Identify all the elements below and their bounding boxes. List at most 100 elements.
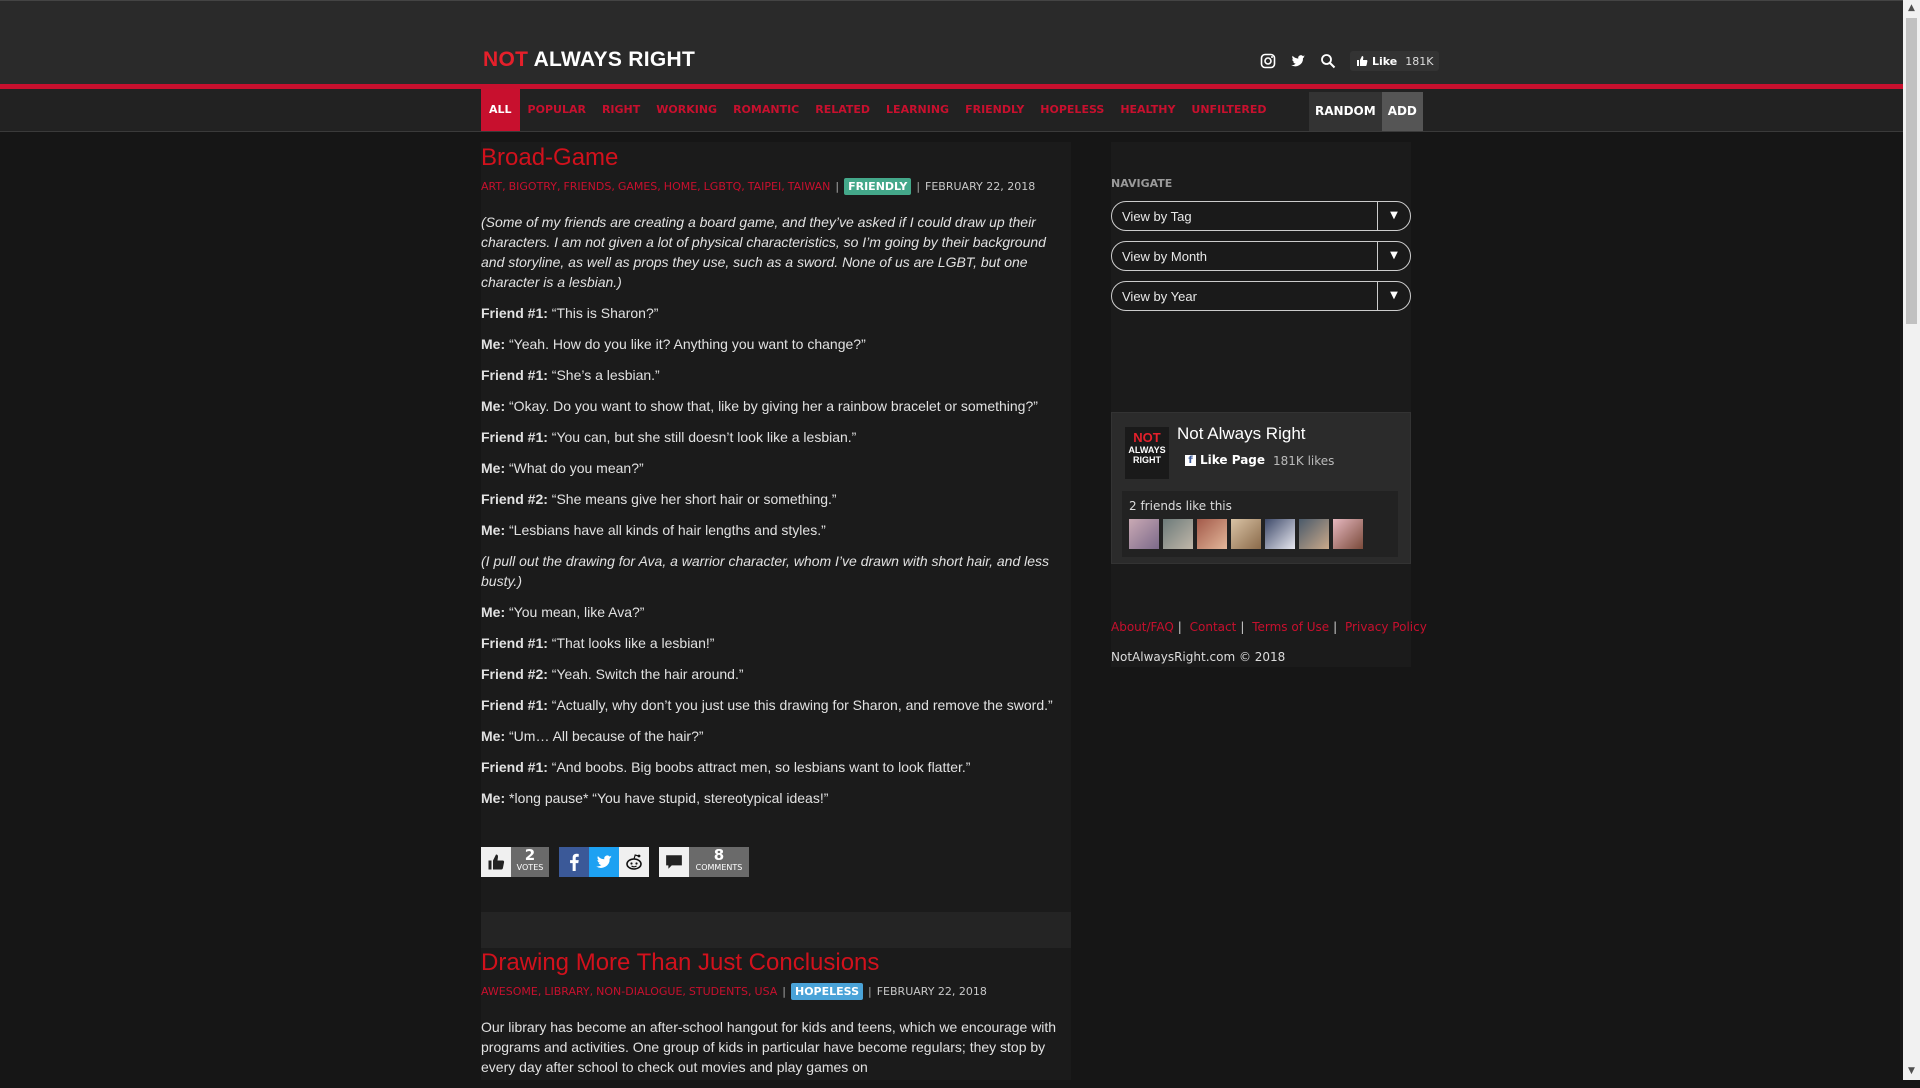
tab-healthy[interactable]: HEALTHY (1112, 89, 1183, 131)
comment-icon (666, 855, 682, 869)
select-value: View by Year (1122, 289, 1197, 304)
instagram-icon[interactable] (1260, 53, 1276, 69)
avatar[interactable] (1129, 519, 1159, 549)
like-page-button[interactable]: f Like Page (1185, 453, 1265, 467)
tab-learning[interactable]: LEARNING (878, 89, 957, 131)
like-label: Like (1372, 54, 1398, 68)
story-paragraph: Me: “Lesbians have all kinds of hair len… (481, 522, 826, 538)
view-by-tag-select[interactable]: View by Tag ▼ (1111, 201, 1411, 231)
page-logo[interactable]: NOT ALWAYS RIGHT (1125, 427, 1169, 479)
twitter-icon[interactable] (1290, 53, 1306, 69)
like-page-label: Like Page (1200, 453, 1266, 467)
avatar[interactable] (1265, 519, 1295, 549)
tab-popular[interactable]: POPULAR (520, 89, 594, 131)
tag-link[interactable]: BIGOTRY (509, 180, 557, 193)
add-button[interactable]: ADD (1381, 92, 1423, 131)
reddit-icon (626, 854, 642, 870)
chevron-down-icon[interactable]: ▼ (1377, 242, 1410, 270)
category-nav: ALL POPULAR RIGHT WORKING ROMANTIC RELAT… (0, 89, 1903, 132)
fb-likes-count: 181K likes (1273, 454, 1335, 468)
story-paragraph: Our library has become an after-school h… (481, 1019, 1057, 1075)
select-value: View by Tag (1122, 209, 1192, 224)
story-paragraph: Friend #1: “This is Sharon?” (481, 305, 659, 321)
story-paragraph: Friend #1: “And boobs. Big boobs attract… (481, 759, 971, 775)
avatar[interactable] (1299, 519, 1329, 549)
story-title[interactable]: Drawing More Than Just Conclusions (481, 949, 1071, 977)
tab-all[interactable]: ALL (481, 89, 520, 131)
logo-always-right: ALWAYS RIGHT (533, 48, 696, 71)
tag-link[interactable]: NON-DIALOGUE (596, 985, 682, 998)
avatar[interactable] (1163, 519, 1193, 549)
share-facebook-button[interactable] (559, 847, 589, 877)
story-paragraph: Friend #1: “That looks like a lesbian!” (481, 635, 715, 651)
friends-like-text: 2 friends like this (1129, 499, 1232, 513)
tab-related[interactable]: RELATED (807, 89, 878, 131)
select-value: View by Month (1122, 249, 1208, 264)
privacy-link[interactable]: Privacy Policy (1345, 620, 1427, 634)
votes-count: 2 (524, 846, 536, 864)
facebook-icon: f (1185, 454, 1196, 466)
tag-link[interactable]: HOME (664, 180, 697, 193)
terms-link[interactable]: Terms of Use (1252, 620, 1329, 634)
scrollbar-thumb[interactable] (1906, 18, 1917, 324)
avatar[interactable] (1231, 519, 1261, 549)
tab-hopeless[interactable]: HOPELESS (1032, 89, 1112, 131)
view-by-year-select[interactable]: View by Year ▼ (1111, 281, 1411, 311)
avatar[interactable] (1333, 519, 1363, 549)
tab-romantic[interactable]: ROMANTIC (725, 89, 807, 131)
tab-friendly[interactable]: FRIENDLY (957, 89, 1032, 131)
scroll-down-icon[interactable]: ▼ (1903, 1063, 1920, 1080)
story-title[interactable]: Broad-Game (481, 144, 1071, 172)
tag-link[interactable]: AWESOME (481, 985, 538, 998)
contact-link[interactable]: Contact (1190, 620, 1237, 634)
copyright: NotAlwaysRight.com © 2018 (1111, 650, 1286, 664)
comments-counter[interactable]: 8 COMMENTS (689, 847, 749, 877)
site-logo[interactable]: NOT ALWAYS RIGHT (483, 48, 695, 72)
upvote-button[interactable] (481, 847, 511, 877)
category-badge[interactable]: HOPELESS (791, 983, 864, 1000)
story-date: FEBRUARY 22, 2018 (925, 180, 1036, 193)
logo-line-right: RIGHT (1133, 455, 1161, 465)
share-twitter-button[interactable] (589, 847, 619, 877)
friends-like-box: 2 friends like this (1122, 491, 1398, 557)
random-button[interactable]: RANDOM (1309, 92, 1382, 131)
tag-link[interactable]: ART (481, 180, 502, 193)
header-icons: Like 181K (1260, 51, 1440, 71)
comments-button[interactable] (659, 847, 689, 877)
tag-link[interactable]: GAMES (618, 180, 657, 193)
story-body: (Some of my friends are creating a board… (481, 212, 1071, 808)
tag-link[interactable]: USA (755, 985, 778, 998)
friend-avatars (1129, 519, 1363, 549)
story-paragraph: Friend #2: “Yeah. Switch the hair around… (481, 666, 744, 682)
story-broad-game: Broad-Game ART, BIGOTRY, FRIENDS, GAMES,… (481, 144, 1071, 819)
tag-link[interactable]: LIBRARY (544, 985, 589, 998)
view-by-month-select[interactable]: View by Month ▼ (1111, 241, 1411, 271)
tab-unfiltered[interactable]: UNFILTERED (1183, 89, 1274, 131)
story-paragraph: Friend #1: “Actually, why don’t you just… (481, 697, 1053, 713)
twitter-icon (596, 855, 612, 868)
fb-page-name[interactable]: Not Always Right (1177, 424, 1306, 444)
tab-working[interactable]: WORKING (648, 89, 725, 131)
tag-link[interactable]: FRIENDS (563, 180, 611, 193)
share-reddit-button[interactable] (619, 847, 649, 877)
story-paragraph: Me: “Okay. Do you want to show that, lik… (481, 398, 1038, 414)
avatar[interactable] (1197, 519, 1227, 549)
about-faq-link[interactable]: About/FAQ (1111, 620, 1174, 634)
facebook-like-button[interactable]: Like 181K (1350, 51, 1440, 71)
tag-link[interactable]: TAIWAN (788, 180, 831, 193)
tag-link[interactable]: LGBTQ (704, 180, 742, 193)
search-icon[interactable] (1320, 53, 1336, 69)
site-header: NOT ALWAYS RIGHT Like 181K (0, 0, 1903, 84)
tag-link[interactable]: STUDENTS (689, 985, 748, 998)
chevron-down-icon[interactable]: ▼ (1377, 282, 1410, 310)
thumbs-up-icon (488, 854, 505, 870)
story-meta: AWESOME, LIBRARY, NON-DIALOGUE, STUDENTS… (481, 983, 987, 1000)
tag-link[interactable]: TAIPEI (748, 180, 781, 193)
tab-right[interactable]: RIGHT (594, 89, 648, 131)
page-scrollbar[interactable]: ▲ ▼ (1903, 0, 1920, 1080)
scroll-up-icon[interactable]: ▲ (1903, 0, 1920, 17)
chevron-down-icon[interactable]: ▼ (1377, 202, 1410, 230)
story-paragraph: Me: “Um… All because of the hair?” (481, 728, 704, 744)
story-actions: 2 VOTES 8 COMMENTS (481, 847, 749, 877)
category-badge[interactable]: FRIENDLY (844, 178, 912, 195)
